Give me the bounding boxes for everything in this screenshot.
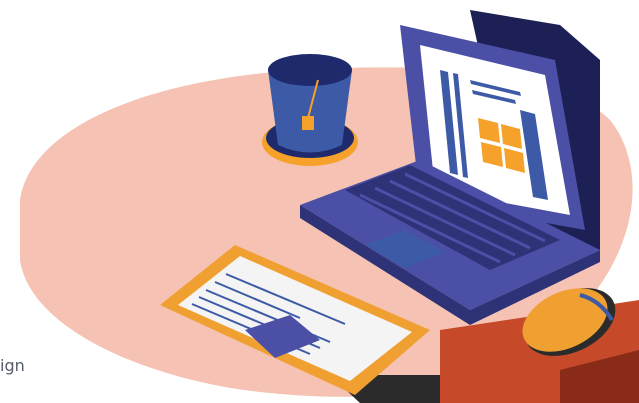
coffee-cup-icon (262, 54, 358, 166)
caption-text: ign (0, 356, 25, 375)
illustration (20, 10, 639, 403)
